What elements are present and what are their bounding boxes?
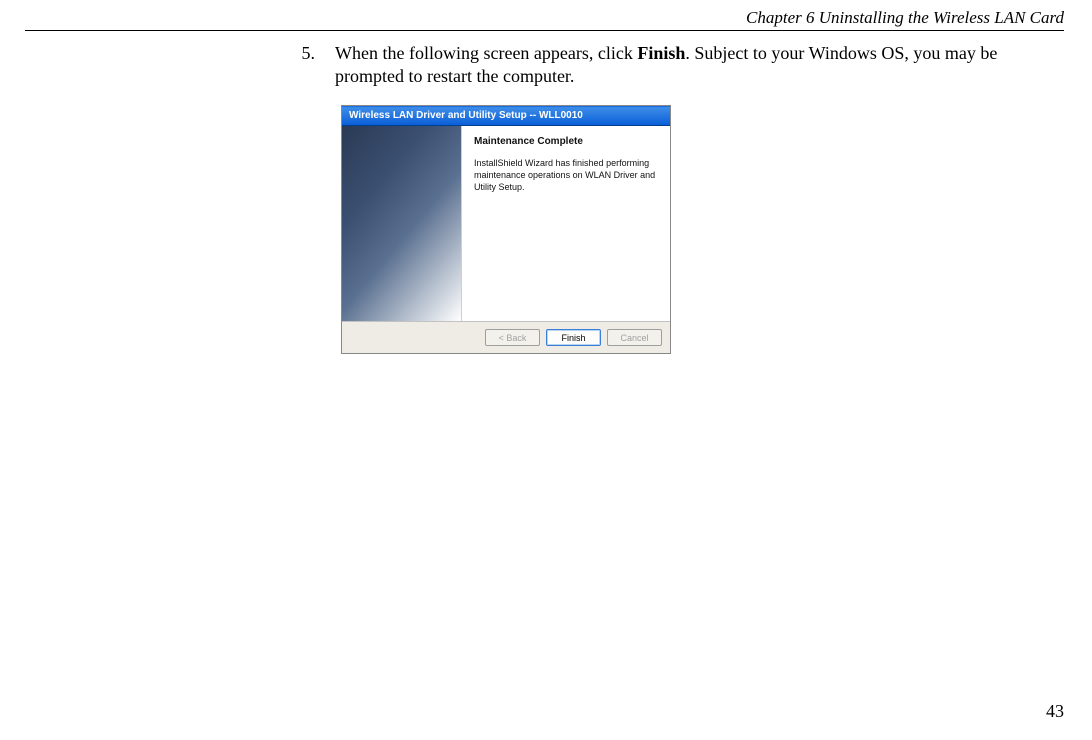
back-button[interactable]: < Back [485,329,540,346]
dialog-main-panel: Maintenance Complete InstallShield Wizar… [462,126,670,321]
header-rule [25,30,1064,31]
page-number: 43 [1046,701,1064,722]
cancel-button[interactable]: Cancel [607,329,662,346]
installer-dialog: Wireless LAN Driver and Utility Setup --… [341,105,671,354]
page-header: Chapter 6 Uninstalling the Wireless LAN … [746,8,1064,28]
dialog-sidebar-graphic [342,126,462,321]
step-number: 5. [295,42,315,87]
instruction-step: 5. When the following screen appears, cl… [295,42,1064,87]
dialog-heading: Maintenance Complete [474,136,658,147]
instruction-text: When the following screen appears, click… [335,42,1064,87]
dialog-footer: < Back Finish Cancel [342,321,670,353]
instruction-text-prefix: When the following screen appears, click [335,43,637,63]
finish-button[interactable]: Finish [546,329,601,346]
instruction-bold-word: Finish [637,43,685,63]
dialog-titlebar: Wireless LAN Driver and Utility Setup --… [342,106,670,126]
dialog-body-text: InstallShield Wizard has finished perfor… [474,157,658,193]
dialog-content: Maintenance Complete InstallShield Wizar… [342,126,670,321]
